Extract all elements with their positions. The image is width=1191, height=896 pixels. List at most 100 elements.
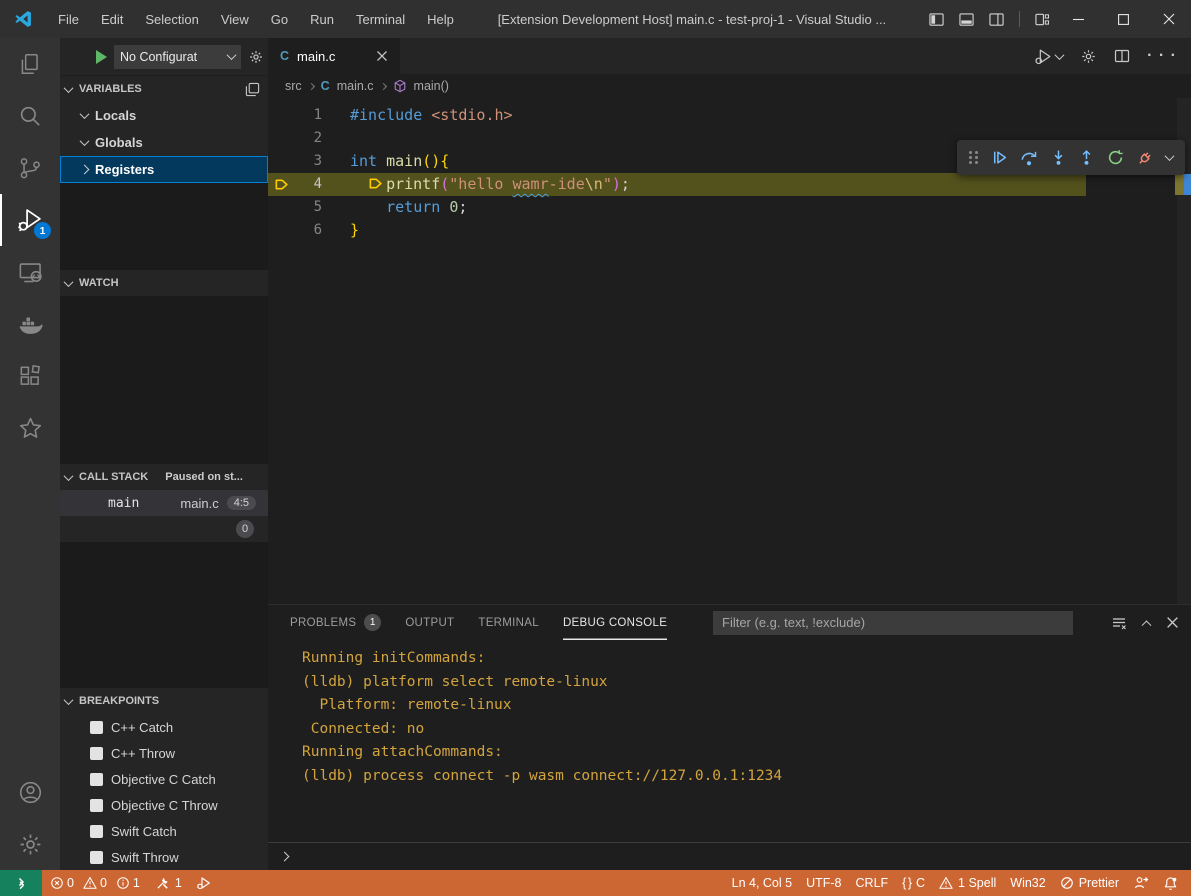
breadcrumb-file[interactable]: main.c (337, 79, 374, 93)
sidebar-item-source-control[interactable] (0, 142, 60, 194)
breakpoint-item[interactable]: Swift Throw (60, 844, 268, 870)
customize-layout-icon[interactable] (1035, 12, 1050, 27)
tab-problems[interactable]: PROBLEMS1 (290, 605, 381, 640)
sidebar-item-star[interactable] (0, 402, 60, 454)
debug-console-input[interactable] (268, 842, 1191, 870)
checkbox-icon[interactable] (90, 721, 103, 734)
variables-section-header[interactable]: VARIABLES (60, 76, 268, 102)
tab-output[interactable]: OUTPUT (405, 605, 454, 640)
close-tab-icon[interactable] (376, 50, 388, 62)
console-filter-input[interactable] (713, 611, 1073, 635)
remote-indicator[interactable] (0, 870, 42, 896)
tab-terminal[interactable]: TERMINAL (478, 605, 539, 640)
variables-scope-globals[interactable]: Globals (60, 129, 268, 156)
breadcrumb-symbol[interactable]: main() (414, 79, 449, 93)
formatter-status[interactable]: Prettier (1053, 876, 1126, 890)
checkbox-icon[interactable] (90, 747, 103, 760)
menu-selection[interactable]: Selection (134, 0, 209, 38)
debug-status-icon[interactable] (189, 870, 219, 896)
callstack-frame-row[interactable]: main main.c 4:5 (60, 490, 268, 516)
maximize-panel-icon[interactable] (1142, 620, 1152, 630)
menu-go[interactable]: Go (260, 0, 299, 38)
variables-scope-locals[interactable]: Locals (60, 102, 268, 129)
chevron-down-icon[interactable] (1165, 151, 1175, 161)
menu-terminal[interactable]: Terminal (345, 0, 416, 38)
toggle-sidebar-icon[interactable] (929, 12, 944, 27)
menu-file[interactable]: File (47, 0, 90, 38)
run-or-debug-button[interactable] (1034, 47, 1063, 66)
current-stackframe-icon[interactable] (268, 173, 294, 196)
sidebar-item-search[interactable] (0, 90, 60, 142)
step-over-button[interactable] (1020, 149, 1038, 167)
continue-button[interactable] (991, 149, 1008, 166)
debug-settings-gear-icon[interactable] (248, 49, 264, 65)
tools-status[interactable]: 1 (148, 870, 189, 896)
menu-run[interactable]: Run (299, 0, 345, 38)
callstack-section-header[interactable]: CALL STACK Paused on st... (60, 464, 268, 490)
code-editor[interactable]: 1#include <stdio.h>23int main(){4 printf… (268, 98, 1191, 604)
sidebar-item-accounts[interactable] (0, 766, 60, 818)
cursor-position[interactable]: Ln 4, Col 5 (725, 876, 799, 890)
sidebar-item-explorer[interactable] (0, 38, 60, 90)
close-panel-icon[interactable] (1166, 616, 1179, 629)
breakpoint-gutter[interactable] (268, 196, 294, 219)
toggle-panel-icon[interactable] (959, 12, 974, 27)
code-line-1[interactable]: 1#include <stdio.h> (268, 104, 1191, 127)
sidebar-item-docker[interactable] (0, 298, 60, 350)
tab-debug-console[interactable]: DEBUG CONSOLE (563, 605, 667, 640)
toggle-secondary-sidebar-icon[interactable] (989, 12, 1004, 27)
breadcrumb-folder[interactable]: src (285, 79, 302, 93)
editor-settings-gear-icon[interactable] (1080, 48, 1097, 65)
checkbox-icon[interactable] (90, 773, 103, 786)
breakpoint-gutter[interactable] (268, 150, 294, 173)
breakpoint-item[interactable]: C++ Catch (60, 714, 268, 740)
breakpoint-item[interactable]: Objective C Catch (60, 766, 268, 792)
restart-button[interactable] (1107, 149, 1124, 166)
breakpoint-item[interactable]: Objective C Throw (60, 792, 268, 818)
code-line-4[interactable]: 4 printf("hello wamr-ide\n"); (268, 173, 1086, 196)
breakpoint-gutter[interactable] (268, 104, 294, 127)
checkbox-icon[interactable] (90, 851, 103, 864)
maximize-button[interactable] (1101, 0, 1146, 38)
step-out-button[interactable] (1078, 149, 1095, 166)
breakpoint-item[interactable]: Swift Catch (60, 818, 268, 844)
inline-breakpoint-icon[interactable] (368, 176, 386, 191)
problems-status[interactable]: 0 0 1 (42, 876, 148, 890)
step-into-button[interactable] (1050, 149, 1067, 166)
sidebar-item-run-and-debug[interactable]: 1 (0, 194, 60, 246)
platform-status[interactable]: Win32 (1003, 876, 1052, 890)
more-actions-icon[interactable] (1147, 47, 1177, 65)
language-mode[interactable]: C (895, 876, 932, 890)
encoding[interactable]: UTF-8 (799, 876, 848, 890)
checkbox-icon[interactable] (90, 799, 103, 812)
disconnect-button[interactable] (1136, 149, 1154, 167)
split-editor-icon[interactable] (1114, 48, 1130, 64)
feedback-icon[interactable] (1126, 875, 1156, 891)
eol-indicator[interactable]: CRLF (849, 876, 896, 890)
breakpoint-item[interactable]: C++ Throw (60, 740, 268, 766)
sidebar-item-extensions[interactable] (0, 350, 60, 402)
minimize-button[interactable] (1056, 0, 1101, 38)
watch-section-header[interactable]: WATCH (60, 270, 268, 296)
collapse-all-icon[interactable] (245, 82, 260, 97)
variables-scope-registers[interactable]: Registers (60, 156, 268, 183)
menu-help[interactable]: Help (416, 0, 465, 38)
sidebar-item-remote-explorer[interactable] (0, 246, 60, 298)
code-line-6[interactable]: 6} (268, 219, 1191, 242)
menu-edit[interactable]: Edit (90, 0, 134, 38)
notifications-bell-icon[interactable] (1156, 876, 1185, 891)
checkbox-icon[interactable] (90, 825, 103, 838)
close-window-button[interactable] (1146, 0, 1191, 38)
toolbar-drag-grip[interactable] (969, 151, 979, 164)
code-line-5[interactable]: 5 return 0; (268, 196, 1191, 219)
breakpoint-gutter[interactable] (268, 219, 294, 242)
menu-view[interactable]: View (210, 0, 260, 38)
clear-console-icon[interactable] (1111, 615, 1127, 631)
sidebar-item-settings[interactable] (0, 818, 60, 870)
breakpoint-gutter[interactable] (268, 127, 294, 150)
launch-configuration-dropdown[interactable]: No Configurat (114, 45, 241, 69)
start-debugging-icon[interactable] (96, 50, 107, 64)
tab-main-c[interactable]: main.c (268, 38, 400, 74)
breakpoints-section-header[interactable]: BREAKPOINTS (60, 688, 268, 714)
spell-status[interactable]: 1 Spell (932, 876, 1003, 890)
